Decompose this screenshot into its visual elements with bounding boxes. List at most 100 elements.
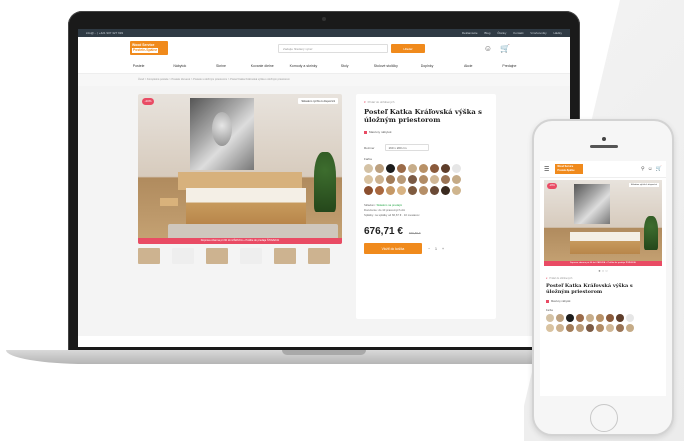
color-swatch[interactable] (626, 314, 634, 322)
color-swatch[interactable] (397, 164, 406, 173)
product-content: -20% Skladom rýchlo k dispozícii Doprava… (78, 86, 570, 336)
installment-value[interactable]: na splátky od 66,67 € (375, 213, 402, 217)
user-icon[interactable]: ☺ (648, 166, 653, 172)
color-swatch[interactable] (576, 314, 584, 322)
color-swatch[interactable] (364, 186, 373, 195)
thumbnail[interactable] (308, 248, 330, 264)
topbar-link[interactable]: Hádky (553, 31, 562, 35)
color-swatch[interactable] (386, 175, 395, 184)
nav-item[interactable]: Stolové stoličky (365, 64, 406, 68)
color-swatch[interactable] (441, 175, 450, 184)
color-swatch[interactable] (616, 324, 624, 332)
color-swatch[interactable] (586, 324, 594, 332)
wall-art (574, 184, 610, 224)
mobile-logo[interactable]: Wood Service Postele-Spálne (555, 164, 584, 174)
color-swatch[interactable] (364, 164, 373, 173)
color-swatch[interactable] (596, 314, 604, 322)
color-swatch[interactable] (452, 175, 461, 184)
nav-item[interactable]: Nábytok (159, 64, 200, 68)
nav-item[interactable]: Doplnky (406, 64, 447, 68)
heart-icon[interactable]: ♥ (546, 277, 547, 280)
nav-item[interactable]: Stoly (324, 64, 365, 68)
topbar-link[interactable]: Blog (484, 31, 490, 35)
size-select[interactable]: 160 x 200 cm (384, 144, 429, 151)
color-swatch[interactable] (419, 175, 428, 184)
thumbnail[interactable] (206, 248, 228, 264)
color-swatch[interactable] (430, 186, 439, 195)
cart-icon[interactable]: 🛒 (500, 44, 510, 53)
color-swatch[interactable] (375, 164, 384, 173)
color-swatch[interactable] (556, 324, 564, 332)
add-to-cart-button[interactable]: Vložiť do košíka (364, 243, 422, 254)
thumbnail[interactable] (274, 248, 296, 264)
color-swatch[interactable] (430, 164, 439, 173)
color-swatch[interactable] (616, 314, 624, 322)
color-swatch[interactable] (386, 186, 395, 195)
nav-item[interactable]: Skrine (200, 64, 241, 68)
thumbnail[interactable] (240, 248, 262, 264)
color-swatch[interactable] (626, 324, 634, 332)
search-button[interactable]: Hľadať (391, 44, 425, 53)
nav-item[interactable]: Akcie (448, 64, 489, 68)
qty-value[interactable]: 1 (435, 247, 437, 251)
topbar-link[interactable]: Vzorkovníky (530, 31, 546, 35)
thumbnail[interactable] (138, 248, 160, 264)
site-logo[interactable]: Wood Service Postele-Spálne (130, 41, 168, 55)
breadcrumb[interactable]: Úvod > Kompletné postele > Postele dreve… (78, 74, 570, 86)
color-swatch[interactable] (566, 324, 574, 332)
thumbnail[interactable] (172, 248, 194, 264)
nav-item[interactable]: Postele (118, 64, 159, 68)
favorite-label[interactable]: Pridať do obľúbených (368, 100, 395, 104)
color-swatch[interactable] (397, 175, 406, 184)
mobile-product-title: Posteľ Katka Kráľovská výška s úložným p… (546, 283, 633, 295)
color-swatch[interactable] (546, 324, 554, 332)
color-swatch[interactable] (408, 175, 417, 184)
product-title: Posteľ Katka Kráľovská výška s úložným p… (364, 108, 482, 124)
nav-item[interactable]: Kovanie dielne (242, 64, 283, 68)
user-icon[interactable]: ☺ (484, 44, 492, 53)
search-icon[interactable]: ⚲ (641, 166, 645, 172)
qty-plus-button[interactable]: + (442, 247, 444, 251)
color-swatch[interactable] (441, 164, 450, 173)
topbar-link[interactable]: Reklamácie (462, 31, 478, 35)
color-swatch[interactable] (546, 314, 554, 322)
color-swatch[interactable] (419, 186, 428, 195)
mobile-product-image[interactable]: -20% Skladom rýchlo k dispozícii Doprava… (544, 180, 662, 266)
color-swatch[interactable] (606, 324, 614, 332)
menu-icon[interactable]: ☰ (544, 166, 549, 173)
color-swatch[interactable] (430, 175, 439, 184)
color-swatch[interactable] (408, 186, 417, 195)
color-swatch[interactable] (556, 314, 564, 322)
color-swatch[interactable] (364, 175, 373, 184)
color-swatch[interactable] (441, 186, 450, 195)
home-button[interactable] (590, 404, 618, 432)
color-swatch[interactable] (408, 164, 417, 173)
search-input[interactable]: Zadajte hľadaný výraz (278, 44, 388, 53)
availability-badge: Skladom rýchlo k dispozícii (628, 183, 659, 187)
product-brand[interactable]: Masívny nábytok (369, 130, 392, 134)
color-swatch[interactable] (596, 324, 604, 332)
nav-item[interactable]: Komody a skrinky (283, 64, 324, 68)
color-label: Farba (364, 157, 372, 161)
topbar-link[interactable]: Kontakt (513, 31, 523, 35)
qty-minus-button[interactable]: − (428, 247, 430, 251)
color-swatch[interactable] (386, 164, 395, 173)
installment-label: Splátky (364, 213, 374, 217)
color-swatch[interactable] (375, 175, 384, 184)
cart-icon[interactable]: 🛒 (656, 166, 662, 172)
color-swatch[interactable] (576, 324, 584, 332)
color-swatch[interactable] (419, 164, 428, 173)
color-swatch[interactable] (452, 186, 461, 195)
color-swatch[interactable] (606, 314, 614, 322)
favorite-label[interactable]: Pridať do obľúbených (549, 277, 572, 280)
color-swatch[interactable] (586, 314, 594, 322)
color-swatch[interactable] (452, 164, 461, 173)
color-swatch[interactable] (375, 186, 384, 195)
topbar-link[interactable]: Články (497, 31, 506, 35)
color-swatch[interactable] (566, 314, 574, 322)
mobile-product-brand[interactable]: Masívny nábytok (551, 300, 570, 303)
heart-icon[interactable]: ♥ (364, 100, 366, 104)
color-swatch[interactable] (397, 186, 406, 195)
nav-item[interactable]: Predajne (489, 64, 530, 68)
product-image[interactable]: -20% Skladom rýchlo k dispozícii Doprava… (138, 94, 342, 244)
